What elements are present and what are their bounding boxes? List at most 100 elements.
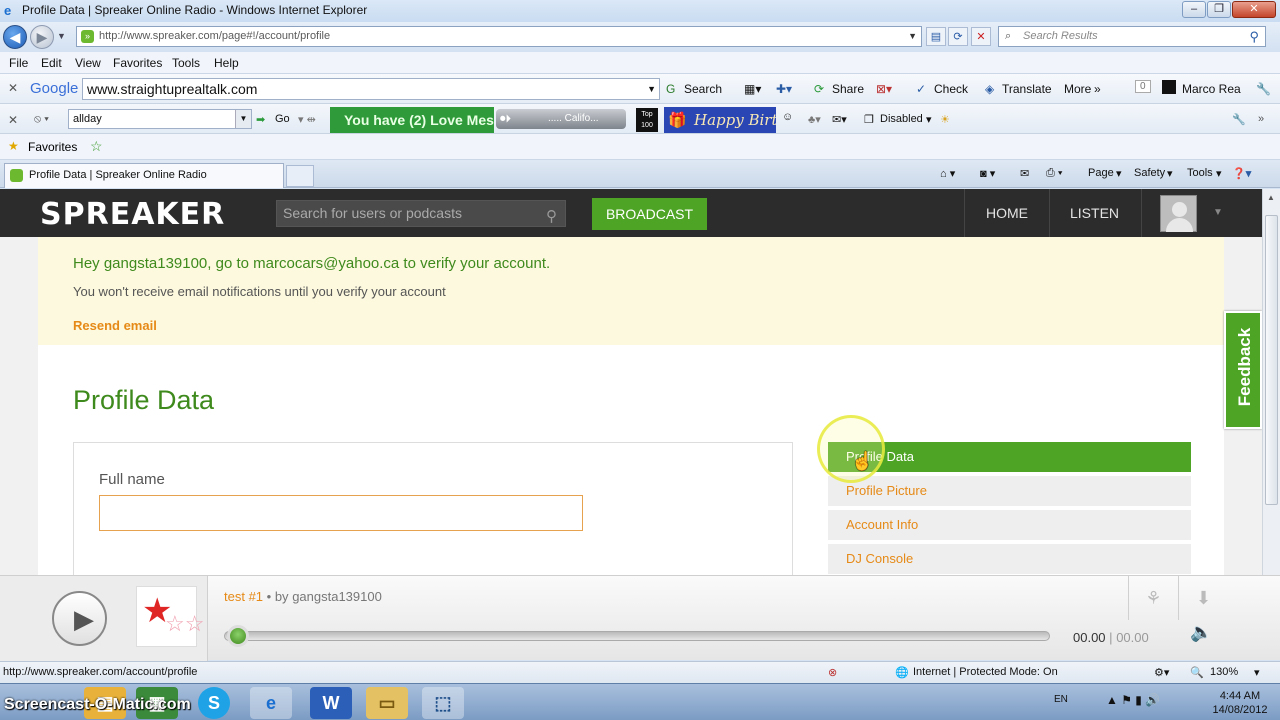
- weather-icon[interactable]: ☀: [940, 113, 950, 126]
- close-addon-toolbar-icon[interactable]: ✕: [8, 113, 18, 127]
- nav-home[interactable]: HOME: [986, 205, 1028, 221]
- print-icon[interactable]: ⎙ ▾: [1046, 167, 1062, 180]
- page-menu[interactable]: Page: [1088, 167, 1114, 179]
- popup-dropdown-icon[interactable]: ▾: [926, 113, 932, 126]
- taskbar-word-icon[interactable]: W: [310, 687, 352, 719]
- side-nav-profile-picture[interactable]: Profile Picture: [828, 476, 1191, 506]
- share-track-icon[interactable]: ⚘: [1128, 576, 1178, 620]
- browser-tab[interactable]: Profile Data | Spreaker Online Radio: [4, 163, 284, 188]
- add-button-icon[interactable]: ✚▾: [776, 82, 792, 96]
- tracking-icon[interactable]: ⊗: [828, 666, 837, 679]
- taskbar-ie-icon[interactable]: e: [250, 687, 292, 719]
- tools-menu[interactable]: Tools: [1187, 167, 1213, 179]
- feeds-icon[interactable]: ◙ ▾: [980, 167, 995, 180]
- security-zone[interactable]: Internet | Protected Mode: On: [913, 666, 1058, 678]
- addon-more-icon[interactable]: »: [1258, 113, 1264, 125]
- check-button[interactable]: Check: [934, 82, 968, 96]
- nav-listen[interactable]: LISTEN: [1070, 205, 1119, 221]
- spreaker-logo[interactable]: SPREAKER: [40, 197, 225, 232]
- scroll-up-icon[interactable]: ▲: [1267, 193, 1275, 202]
- menu-view[interactable]: View: [75, 56, 101, 70]
- addon-dropdown-icon[interactable]: ▼: [235, 110, 251, 128]
- track-progress-bar[interactable]: [224, 631, 1050, 641]
- share-button[interactable]: Share: [832, 82, 864, 96]
- ie-search-box[interactable]: ⌕ Search Results ⚲: [998, 26, 1266, 47]
- top100-badge[interactable]: Top 100: [636, 108, 658, 132]
- account-name[interactable]: Marco Rea: [1182, 82, 1241, 96]
- broadcast-button[interactable]: BROADCAST: [592, 198, 707, 230]
- addon-search-input[interactable]: allday ▼: [68, 109, 252, 129]
- go-button[interactable]: Go: [275, 113, 290, 125]
- close-window-button[interactable]: ✕: [1232, 1, 1276, 18]
- translate-button[interactable]: Translate: [1002, 82, 1052, 96]
- love-messages-banner[interactable]: You have (2) Love Mes: [330, 107, 494, 133]
- safety-menu[interactable]: Safety: [1134, 167, 1165, 179]
- language-indicator[interactable]: EN: [1054, 694, 1068, 705]
- mail-icon[interactable]: ✉▾: [832, 113, 847, 126]
- google-search-button[interactable]: Search: [684, 82, 722, 96]
- minimize-button[interactable]: –: [1182, 1, 1206, 18]
- maximize-button[interactable]: ❐: [1207, 1, 1231, 18]
- radio-controls-icon[interactable]: ⏺⏵: [500, 109, 511, 129]
- forward-button[interactable]: ▶: [30, 25, 54, 49]
- search-icon[interactable]: ⚲: [1249, 27, 1259, 46]
- google-dropdown-icon[interactable]: ▼: [647, 79, 656, 99]
- progress-knob[interactable]: [227, 625, 249, 647]
- play-button[interactable]: ▶: [52, 591, 107, 646]
- google-search-input[interactable]: www.straightuprealtalk.com ▼: [82, 78, 660, 100]
- stop-icon[interactable]: ✕: [971, 27, 991, 46]
- home-icon[interactable]: ⌂ ▾: [940, 167, 955, 180]
- favorites-button[interactable]: Favorites: [28, 140, 77, 154]
- zoom-dropdown-icon[interactable]: ▾: [1254, 666, 1260, 679]
- resend-email-link[interactable]: Resend email: [73, 318, 157, 333]
- address-bar[interactable]: » http://www.spreaker.com/page#!/account…: [76, 26, 922, 47]
- menu-edit[interactable]: Edit: [41, 56, 62, 70]
- download-icon[interactable]: ⬇: [1178, 576, 1228, 620]
- menu-tools[interactable]: Tools: [172, 56, 200, 70]
- addon-face-icon[interactable]: ☺: [782, 111, 793, 123]
- user-menu-caret-icon[interactable]: ▼: [1213, 207, 1223, 218]
- birthday-banner[interactable]: 🎁 Happy Birthd: [664, 107, 776, 133]
- system-clock[interactable]: 4:44 AM 14/08/2012: [1205, 689, 1275, 717]
- track-title-link[interactable]: test #1: [224, 589, 263, 604]
- help-icon[interactable]: ❓▾: [1232, 167, 1251, 180]
- toolbar-tabs-icon[interactable]: ▦▾: [744, 82, 761, 96]
- popup-blocker-status[interactable]: Disabled: [880, 113, 923, 125]
- new-tab-button[interactable]: [286, 165, 314, 187]
- wrench-icon[interactable]: 🔧: [1256, 82, 1271, 96]
- zoom-level[interactable]: 130%: [1210, 666, 1238, 678]
- volume-icon[interactable]: 🔈: [1190, 622, 1212, 643]
- refresh-icon[interactable]: ⟳: [948, 27, 968, 46]
- track-author[interactable]: gangsta139100: [292, 589, 382, 604]
- scrollbar-thumb[interactable]: [1265, 215, 1278, 505]
- site-search-icon[interactable]: ⚲: [546, 204, 557, 229]
- side-nav-dj-console[interactable]: DJ Console: [828, 544, 1191, 574]
- sidewiki-icon[interactable]: ⊠▾: [876, 82, 892, 96]
- feedback-tab[interactable]: Feedback: [1224, 311, 1262, 429]
- add-favorite-icon[interactable]: ☆: [90, 138, 103, 155]
- address-dropdown-icon[interactable]: ▼: [908, 27, 917, 46]
- menu-file[interactable]: File: [9, 56, 28, 70]
- notification-count[interactable]: 0: [1135, 80, 1151, 93]
- taskbar-screencast-icon[interactable]: ⬚: [422, 687, 464, 719]
- side-nav-account-info[interactable]: Account Info: [828, 510, 1191, 540]
- addon-people-icon[interactable]: ♣▾: [808, 113, 821, 126]
- addon-options-icon[interactable]: ▾ ⇹: [298, 113, 316, 126]
- track-thumbnail[interactable]: ★ ☆☆: [136, 586, 204, 647]
- taskbar-skype-icon[interactable]: S: [198, 687, 230, 719]
- taskbar-explorer-icon[interactable]: ▭: [366, 687, 408, 719]
- menu-help[interactable]: Help: [214, 56, 239, 70]
- page-scrollbar[interactable]: ▲: [1262, 189, 1280, 575]
- read-mail-icon[interactable]: ✉: [1020, 167, 1029, 180]
- user-avatar[interactable]: [1160, 195, 1197, 232]
- back-button[interactable]: ◀: [3, 25, 27, 49]
- recent-pages-icon[interactable]: ▼: [57, 31, 66, 41]
- site-search-input[interactable]: Search for users or podcasts ⚲: [276, 200, 566, 227]
- radio-player[interactable]: ⏺⏵ ..... Califo...: [496, 109, 626, 129]
- close-toolbar-icon[interactable]: ✕: [8, 81, 18, 95]
- menu-favorites[interactable]: Favorites: [113, 56, 162, 70]
- addon-wrench-icon[interactable]: 🔧: [1232, 113, 1246, 126]
- compat-view-icon[interactable]: ▤: [926, 27, 946, 46]
- full-name-input[interactable]: [99, 495, 583, 531]
- more-button[interactable]: More: [1064, 82, 1091, 96]
